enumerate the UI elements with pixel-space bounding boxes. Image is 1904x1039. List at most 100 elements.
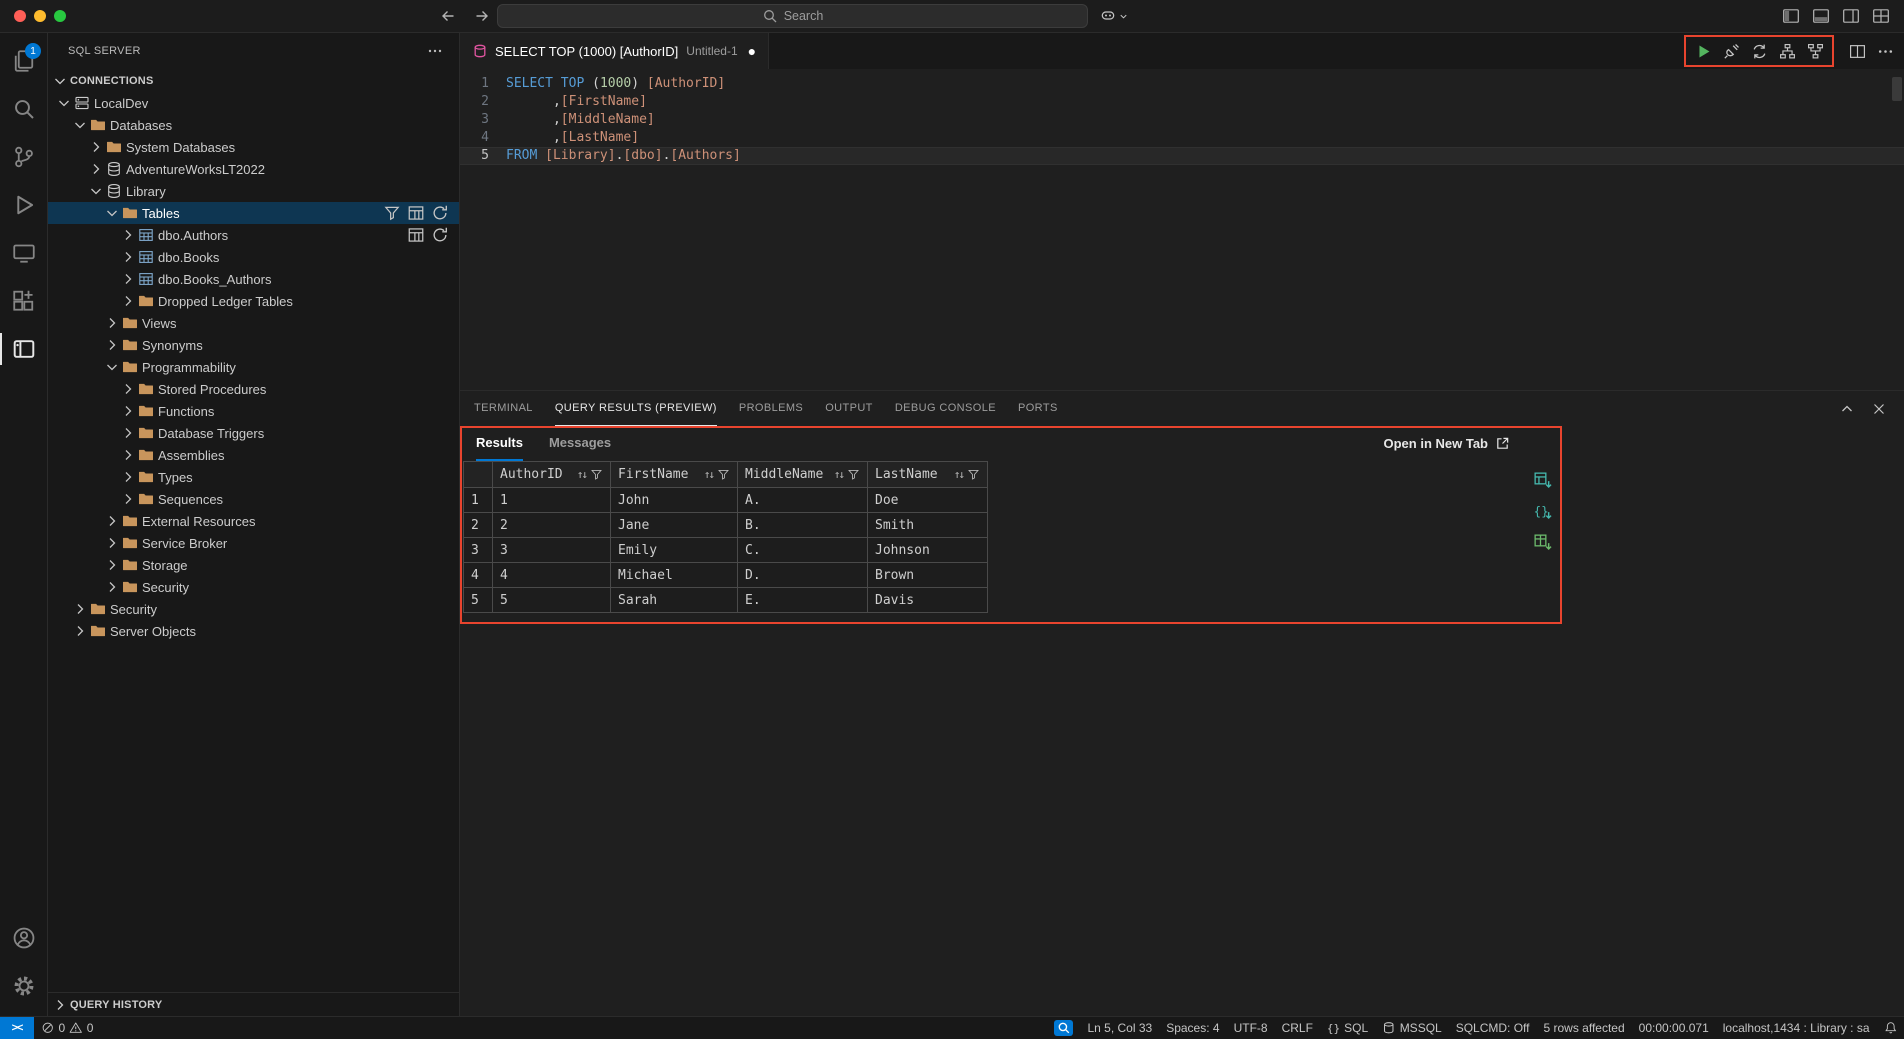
actual-plan-button[interactable] [1804, 40, 1826, 62]
tree-item-synonyms[interactable]: Synonyms [48, 334, 459, 356]
chevron-down-icon[interactable] [104, 359, 120, 375]
grid-cell[interactable]: Brown [868, 563, 988, 588]
customize-layout-icon[interactable] [1872, 7, 1890, 25]
tree-item-external-resources[interactable]: External Resources [48, 510, 459, 532]
panel-tab-ports[interactable]: PORTS [1018, 391, 1058, 426]
sort-icon[interactable]: ↑↓ [834, 468, 843, 481]
command-center-search[interactable]: Search [497, 4, 1088, 28]
tree-item-storage[interactable]: Storage [48, 554, 459, 576]
save-as-csv-button[interactable] [1532, 470, 1552, 490]
status-connection-info[interactable]: localhost,1434 : Library : sa [1716, 1017, 1877, 1039]
activity-item-search[interactable] [0, 85, 47, 133]
grid-cell[interactable]: Johnson [868, 538, 988, 563]
sort-icon[interactable]: ↑↓ [954, 468, 963, 481]
maximize-window-button[interactable] [54, 10, 66, 22]
refresh-button[interactable] [431, 226, 449, 244]
status-encoding[interactable]: UTF-8 [1227, 1017, 1275, 1039]
toggle-panel-icon[interactable] [1812, 7, 1830, 25]
panel-tab-problems[interactable]: PROBLEMS [739, 391, 803, 426]
grid-cell[interactable]: Sarah [611, 588, 738, 613]
chevron-right-icon[interactable] [104, 513, 120, 529]
grid-cell[interactable]: C. [738, 538, 868, 563]
chevron-down-icon[interactable] [88, 183, 104, 199]
code-line-4[interactable]: 4 ,[LastName] [460, 129, 1904, 147]
chevron-right-icon[interactable] [120, 425, 136, 441]
code-line-5[interactable]: 5FROM [Library].[dbo].[Authors] [460, 147, 1904, 165]
tree-item-views[interactable]: Views [48, 312, 459, 334]
activity-item-remote-explorer[interactable] [0, 229, 47, 277]
tree-item-stored-procedures[interactable]: Stored Procedures [48, 378, 459, 400]
chevron-right-icon[interactable] [120, 227, 136, 243]
activity-item-source-control[interactable] [0, 133, 47, 181]
chevron-right-icon[interactable] [120, 249, 136, 265]
code-editor[interactable]: 1SELECT TOP (1000) [AuthorID]2 ,[FirstNa… [460, 69, 1904, 390]
tree-item-server-objects[interactable]: Server Objects [48, 620, 459, 642]
grid-cell[interactable]: 2 [493, 513, 611, 538]
grid-cell[interactable]: B. [738, 513, 868, 538]
tree-item-databases[interactable]: Databases [48, 114, 459, 136]
grid-cell[interactable]: Smith [868, 513, 988, 538]
grid-column-lastname[interactable]: LastName↑↓ [868, 461, 988, 488]
status-mssql[interactable]: MSSQL [1375, 1017, 1449, 1039]
chevron-down-icon[interactable] [56, 95, 72, 111]
tree-item-system-databases[interactable]: System Databases [48, 136, 459, 158]
sort-icon[interactable]: ↑↓ [577, 468, 586, 481]
status-notifications[interactable] [1877, 1017, 1904, 1039]
panel-tab-output[interactable]: OUTPUT [825, 391, 873, 426]
chevron-right-icon[interactable] [120, 403, 136, 419]
tree-item-service-broker[interactable]: Service Broker [48, 532, 459, 554]
sidebar-more-actions-button[interactable] [427, 43, 443, 59]
navigate-forward-icon[interactable] [471, 5, 493, 27]
tree-item-functions[interactable]: Functions [48, 400, 459, 422]
status-eol[interactable]: CRLF [1275, 1017, 1320, 1039]
grid-cell[interactable]: John [611, 488, 738, 513]
navigate-back-icon[interactable] [437, 5, 459, 27]
chevron-right-icon[interactable] [88, 161, 104, 177]
chevron-down-icon[interactable] [104, 205, 120, 221]
run-query-button[interactable] [1692, 40, 1714, 62]
tree-item-assemblies[interactable]: Assemblies [48, 444, 459, 466]
connections-section-header[interactable]: CONNECTIONS [48, 69, 459, 92]
chevron-right-icon[interactable] [104, 315, 120, 331]
maximize-panel-icon[interactable] [1836, 398, 1858, 420]
tree-item-library[interactable]: Library [48, 180, 459, 202]
tree-item-dbo-authors[interactable]: dbo.Authors [48, 224, 459, 246]
status-problems[interactable]: 00 [34, 1017, 100, 1039]
code-line-3[interactable]: 3 ,[MiddleName] [460, 111, 1904, 129]
panel-tab-debug-console[interactable]: DEBUG CONSOLE [895, 391, 996, 426]
grid-cell[interactable]: Michael [611, 563, 738, 588]
tree-item-localdev[interactable]: LocalDev [48, 92, 459, 114]
tree-item-tables[interactable]: Tables [48, 202, 459, 224]
grid-cell[interactable]: E. [738, 588, 868, 613]
filter-icon[interactable] [590, 468, 603, 481]
tree-item-database-triggers[interactable]: Database Triggers [48, 422, 459, 444]
connect-button[interactable] [1720, 40, 1742, 62]
grid-cell[interactable]: A. [738, 488, 868, 513]
tree-item-security[interactable]: Security [48, 598, 459, 620]
grid-row[interactable]: 33EmilyC.Johnson [463, 538, 1562, 563]
status-indentation[interactable]: Spaces: 4 [1159, 1017, 1226, 1039]
refresh-button[interactable] [431, 204, 449, 222]
minimize-window-button[interactable] [34, 10, 46, 22]
grid-cell[interactable]: 5 [493, 588, 611, 613]
filter-icon[interactable] [717, 468, 730, 481]
chevron-right-icon[interactable] [120, 381, 136, 397]
grid-column-firstname[interactable]: FirstName↑↓ [611, 461, 738, 488]
panel-tab-terminal[interactable]: TERMINAL [474, 391, 533, 426]
editor-tab-untitled-1[interactable]: SELECT TOP (1000) [AuthorID] Untitled-1 … [460, 33, 769, 69]
chevron-right-icon[interactable] [88, 139, 104, 155]
grid-column-authorid[interactable]: AuthorID↑↓ [493, 461, 611, 488]
status-sqlcmd[interactable]: SQLCMD: Off [1449, 1017, 1537, 1039]
chevron-right-icon[interactable] [120, 293, 136, 309]
tree-item-adventureworkslt2022[interactable]: AdventureWorksLT2022 [48, 158, 459, 180]
chevron-right-icon[interactable] [72, 601, 88, 617]
open-in-new-tab-button[interactable]: Open in New Tab [1384, 436, 1547, 451]
tree-item-programmability[interactable]: Programmability [48, 356, 459, 378]
status-language-mode[interactable]: {}SQL [1320, 1017, 1375, 1039]
filter-button[interactable] [383, 204, 401, 222]
toggle-primary-sidebar-icon[interactable] [1782, 7, 1800, 25]
status-cursor-position[interactable]: Ln 5, Col 33 [1080, 1017, 1159, 1039]
grid-cell[interactable]: D. [738, 563, 868, 588]
tree-item-dbo-books[interactable]: dbo.Books [48, 246, 459, 268]
grid-column-middlename[interactable]: MiddleName↑↓ [738, 461, 868, 488]
